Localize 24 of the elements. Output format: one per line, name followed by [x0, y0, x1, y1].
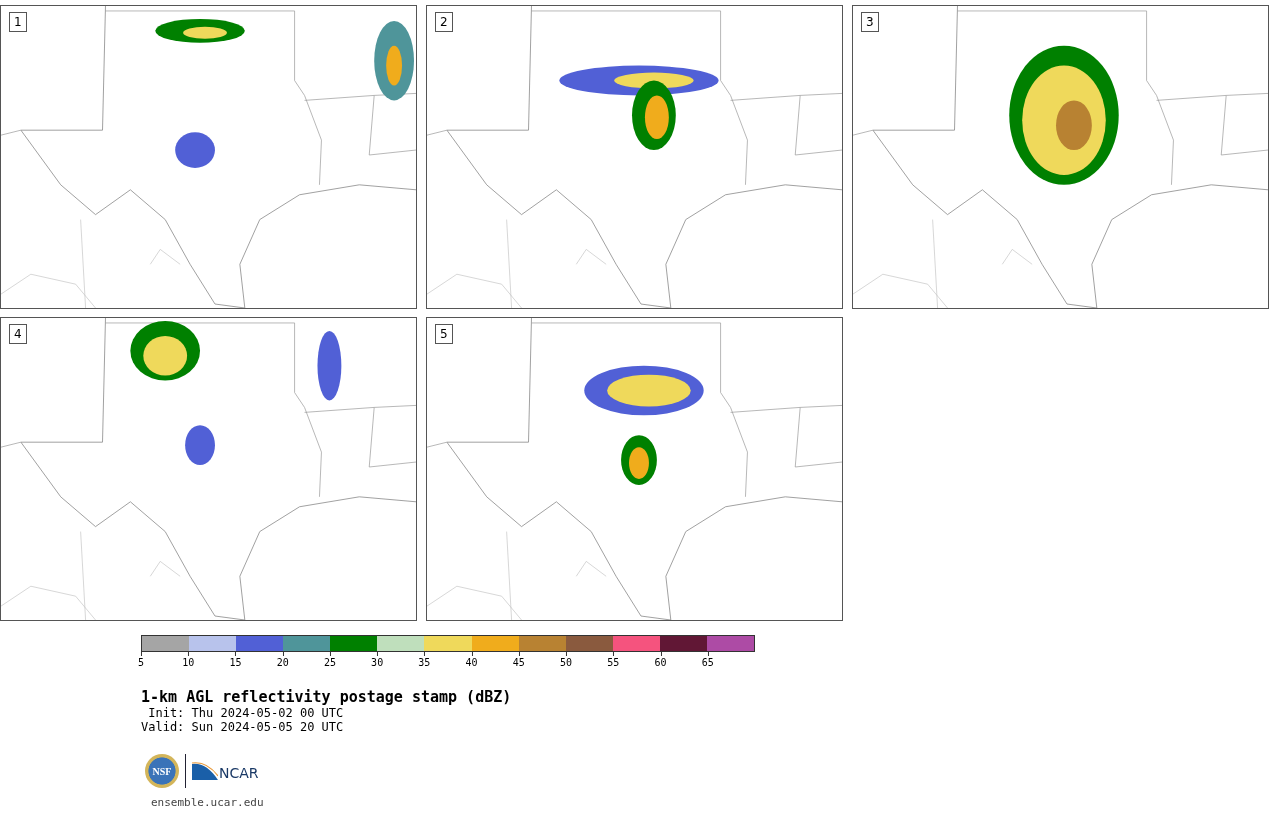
tick-label: 45	[512, 652, 525, 668]
tick-label: 15	[229, 652, 242, 668]
init-time: Init: Thu 2024-05-02 00 UTC	[147, 706, 345, 720]
tick-label: 55	[607, 652, 620, 668]
panel-number: 3	[861, 12, 879, 32]
tick-label: 35	[418, 652, 431, 668]
tick-label: 60	[654, 652, 667, 668]
tick-label: 40	[465, 652, 478, 668]
valid-time: Valid: Sun 2024-05-05 20 UTC	[141, 720, 345, 734]
panel-number: 1	[9, 12, 27, 32]
tick-label: 10	[182, 652, 195, 668]
tick-label: 20	[276, 652, 289, 668]
panel-number: 2	[435, 12, 453, 32]
ncar-logo: NCAR	[192, 762, 259, 780]
nsf-logo: NSF	[145, 754, 179, 788]
tick-label: 65	[701, 652, 714, 668]
site-link[interactable]: ensemble.ucar.edu	[151, 796, 1280, 809]
tick-label: 5	[138, 652, 144, 668]
tick-label: 25	[323, 652, 336, 668]
tick-label: 50	[560, 652, 573, 668]
tick-label: 30	[371, 652, 384, 668]
chart-title: 1-km AGL reflectivity postage stamp (dBZ)	[141, 688, 513, 706]
panel-number: 5	[435, 324, 453, 344]
panel-number: 4	[9, 324, 27, 344]
